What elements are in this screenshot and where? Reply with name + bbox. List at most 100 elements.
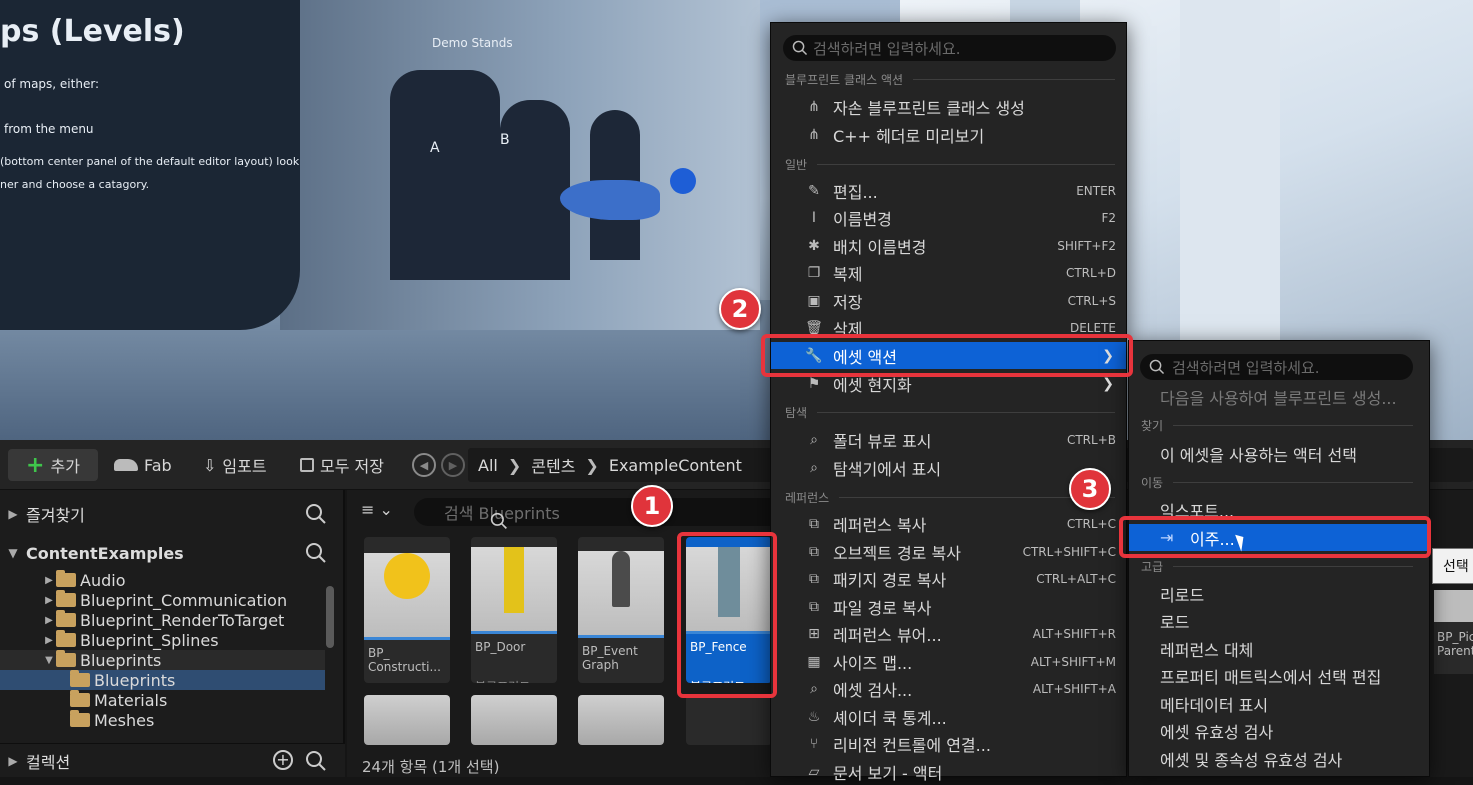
expand-triangle-icon[interactable]: ▶ [42,575,56,586]
shortcut-label: CTRL+S [1067,293,1116,308]
tree-folder-blueprints-child[interactable]: Blueprints [0,670,325,690]
tree-scrollbar[interactable] [326,586,334,648]
tree-folder-meshes[interactable]: Meshes [0,710,325,730]
add-collection-icon[interactable]: + [273,750,293,770]
submenu-item-reload[interactable]: 리로드 [1129,580,1429,607]
asset-tile[interactable]: BP_Door 블루프린트 클... [471,537,557,683]
asset-tile[interactable] [578,695,664,745]
menu-item-duplicate[interactable]: ❐ 복제 CTRL+D [771,259,1126,286]
expand-triangle-icon[interactable]: ▶ [42,595,56,606]
asset-tile[interactable] [686,695,772,745]
menu-item-copy-package-path[interactable]: ⧉ 패키지 경로 복사 CTRL+ALT+C [771,565,1126,592]
folder-open-icon [56,650,76,667]
search-icon [1149,359,1165,375]
submenu-item-label: 이 에셋을 사용하는 액터 선택 [1160,445,1357,465]
search-icon [490,512,507,529]
breadcrumb-item[interactable]: 콘텐츠 [521,453,585,477]
menu-item-view-documentation[interactable]: ▱ 문서 보기 - 액터 [771,758,1126,785]
breadcrumb-item[interactable]: ExampleContent [599,456,752,475]
submenu-item-load[interactable]: 로드 [1129,607,1429,634]
tree-folder-blueprints[interactable]: ▼ Blueprints [0,650,325,670]
menu-item-batch-rename[interactable]: ✱ 배치 이름변경 SHIFT+F2 [771,232,1126,259]
asset-tile[interactable]: BP_ Constructi... 블루프린트 클... [364,537,450,683]
submenu-item-select-actors[interactable]: 이 에셋을 사용하는 액터 선택 [1129,440,1429,467]
shortcut-label: CTRL+SHIFT+C [1022,544,1116,559]
asset-tile[interactable]: BP_Event Graph 블루프린트 클... [578,537,664,683]
favorites-header[interactable]: ▶ 즐겨찾기 [0,497,345,531]
add-button[interactable]: + 추가 [8,449,98,481]
callout-box-2 [761,334,1133,377]
tree-folder-blueprint-rendertotarget[interactable]: ▶ Blueprint_RenderToTarget [0,610,325,630]
fab-button[interactable]: Fab [114,449,172,481]
collections-header[interactable]: ▶ 컬렉션 + [0,743,345,777]
asset-search-input[interactable]: 검색 Blueprints [414,498,814,529]
submenu-item-validate-dependencies[interactable]: 에셋 및 종속성 유효성 검사 [1129,745,1429,772]
back-arrow-icon[interactable]: ◀ [412,453,436,477]
hierarchy-icon: ⋔ [808,98,820,115]
menu-item-cpp-header-preview[interactable]: ⋔ C++ 헤더로 미리보기 [771,121,1126,148]
search-icon[interactable] [305,503,327,525]
tree-folder-blueprint-splines[interactable]: ▶ Blueprint_Splines [0,630,325,650]
viewport-text-line: ner and choose a catagory. [0,178,150,191]
expand-triangle-icon[interactable]: ▶ [42,615,56,626]
fab-icon [114,459,138,471]
menu-item-copy-reference[interactable]: ⧉ 레퍼런스 복사 CTRL+C [771,510,1126,537]
submenu-item-validate-asset[interactable]: 에셋 유효성 검사 [1129,717,1429,744]
pencil-icon: ✎ [808,182,820,199]
menu-item-show-in-folder-view[interactable]: ⌕ 폴더 뷰로 표시 CTRL+B [771,426,1126,453]
breadcrumb-chevron-icon[interactable]: ❯ [508,456,521,475]
tree-folder-audio[interactable]: ▶ Audio [0,570,325,590]
menu-item-shader-cook-stats[interactable]: ♨ 셰이더 쿡 통계... [771,703,1126,730]
stand-b-label: B [500,132,510,148]
folder-icon [56,630,76,647]
submenu-item-create-blueprint-using: 다음을 사용하여 블루프린트 생성... [1129,383,1429,410]
copy-icon: ⧉ [809,543,819,560]
folder-search-icon: ⌕ [810,459,818,476]
folder-search-icon: ⌕ [810,431,818,448]
menu-item-save[interactable]: ▣ 저장 CTRL+S [771,287,1126,314]
asset-tile[interactable] [364,695,450,745]
expand-triangle-icon[interactable]: ▶ [0,754,26,768]
menu-item-copy-file-path[interactable]: ⧉ 파일 경로 복사 [771,593,1126,620]
search-placeholder: 검색하려면 입력하세요. [1172,358,1320,377]
search-icon[interactable] [305,542,327,564]
forward-arrow-icon[interactable]: ▶ [441,453,465,477]
expand-triangle-icon[interactable]: ▶ [42,635,56,646]
tree-folder-materials[interactable]: Materials [0,690,325,710]
expand-triangle-icon[interactable]: ▶ [0,507,26,521]
collapse-triangle-icon[interactable]: ▼ [42,655,56,666]
menu-item-size-map[interactable]: ▦ 사이즈 맵... ALT+SHIFT+M [771,648,1126,675]
submenu-item-property-matrix[interactable]: 프로퍼티 매트릭스에서 선택 편집 [1129,662,1429,689]
menu-item-edit[interactable]: ✎ 편집... ENTER [771,177,1126,204]
menu-item-copy-object-path[interactable]: ⧉ 오브젝트 경로 복사 CTRL+SHIFT+C [771,538,1126,565]
menu-item-audit-asset[interactable]: ⌕ 에셋 검사... ALT+SHIFT+A [771,675,1126,702]
collapse-triangle-icon[interactable]: ▼ [0,546,26,560]
menu-item-reference-viewer[interactable]: ⊞ 레퍼런스 뷰어... ALT+SHIFT+R [771,620,1126,647]
asset-thumbnail [1434,590,1473,622]
menu-item-rename[interactable]: Ⅰ 이름변경 F2 [771,204,1126,231]
submenu-search-input[interactable]: 검색하려면 입력하세요. [1140,354,1413,380]
breadcrumb-item[interactable]: All [468,456,508,475]
search-icon[interactable] [305,750,327,772]
submenu-item-show-metadata[interactable]: 메타데이터 표시 [1129,690,1429,717]
filter-icon[interactable]: ≡ ⌄ [361,500,403,524]
import-button[interactable]: ⇩ 임포트 [203,449,267,481]
copy-icon: ⧉ [809,570,819,587]
submenu-item-replace-references[interactable]: 레퍼런스 대체 [1129,635,1429,662]
submenu-arrow-icon: ❯ [1102,375,1114,392]
context-menu-search-input[interactable]: 검색하려면 입력하세요. [783,35,1116,61]
section-header: 일반 [785,156,1115,173]
save-all-button[interactable]: 모두 저장 [300,449,384,481]
content-examples-header[interactable]: ▼ ContentExamples [0,536,345,570]
asset-tile[interactable] [471,695,557,745]
sphere-actor[interactable] [670,168,696,194]
section-header: 블루프린트 클래스 액션 [785,71,1115,88]
menu-item-create-child-blueprint[interactable]: ⋔ 자손 블루프린트 클래스 생성 [771,93,1126,120]
add-label: 추가 [50,457,80,476]
tree-folder-blueprint-communication[interactable]: ▶ Blueprint_Communication [0,590,325,610]
breadcrumb-chevron-icon[interactable]: ❯ [585,456,598,475]
asset-tile-partial[interactable]: BP_Pic Parent [1434,590,1473,674]
shortcut-label: DELETE [1069,320,1116,335]
menu-item-connect-source-control[interactable]: ⑂ 리비전 컨트롤에 연결... [771,730,1126,757]
folder-label: Materials [94,690,168,710]
